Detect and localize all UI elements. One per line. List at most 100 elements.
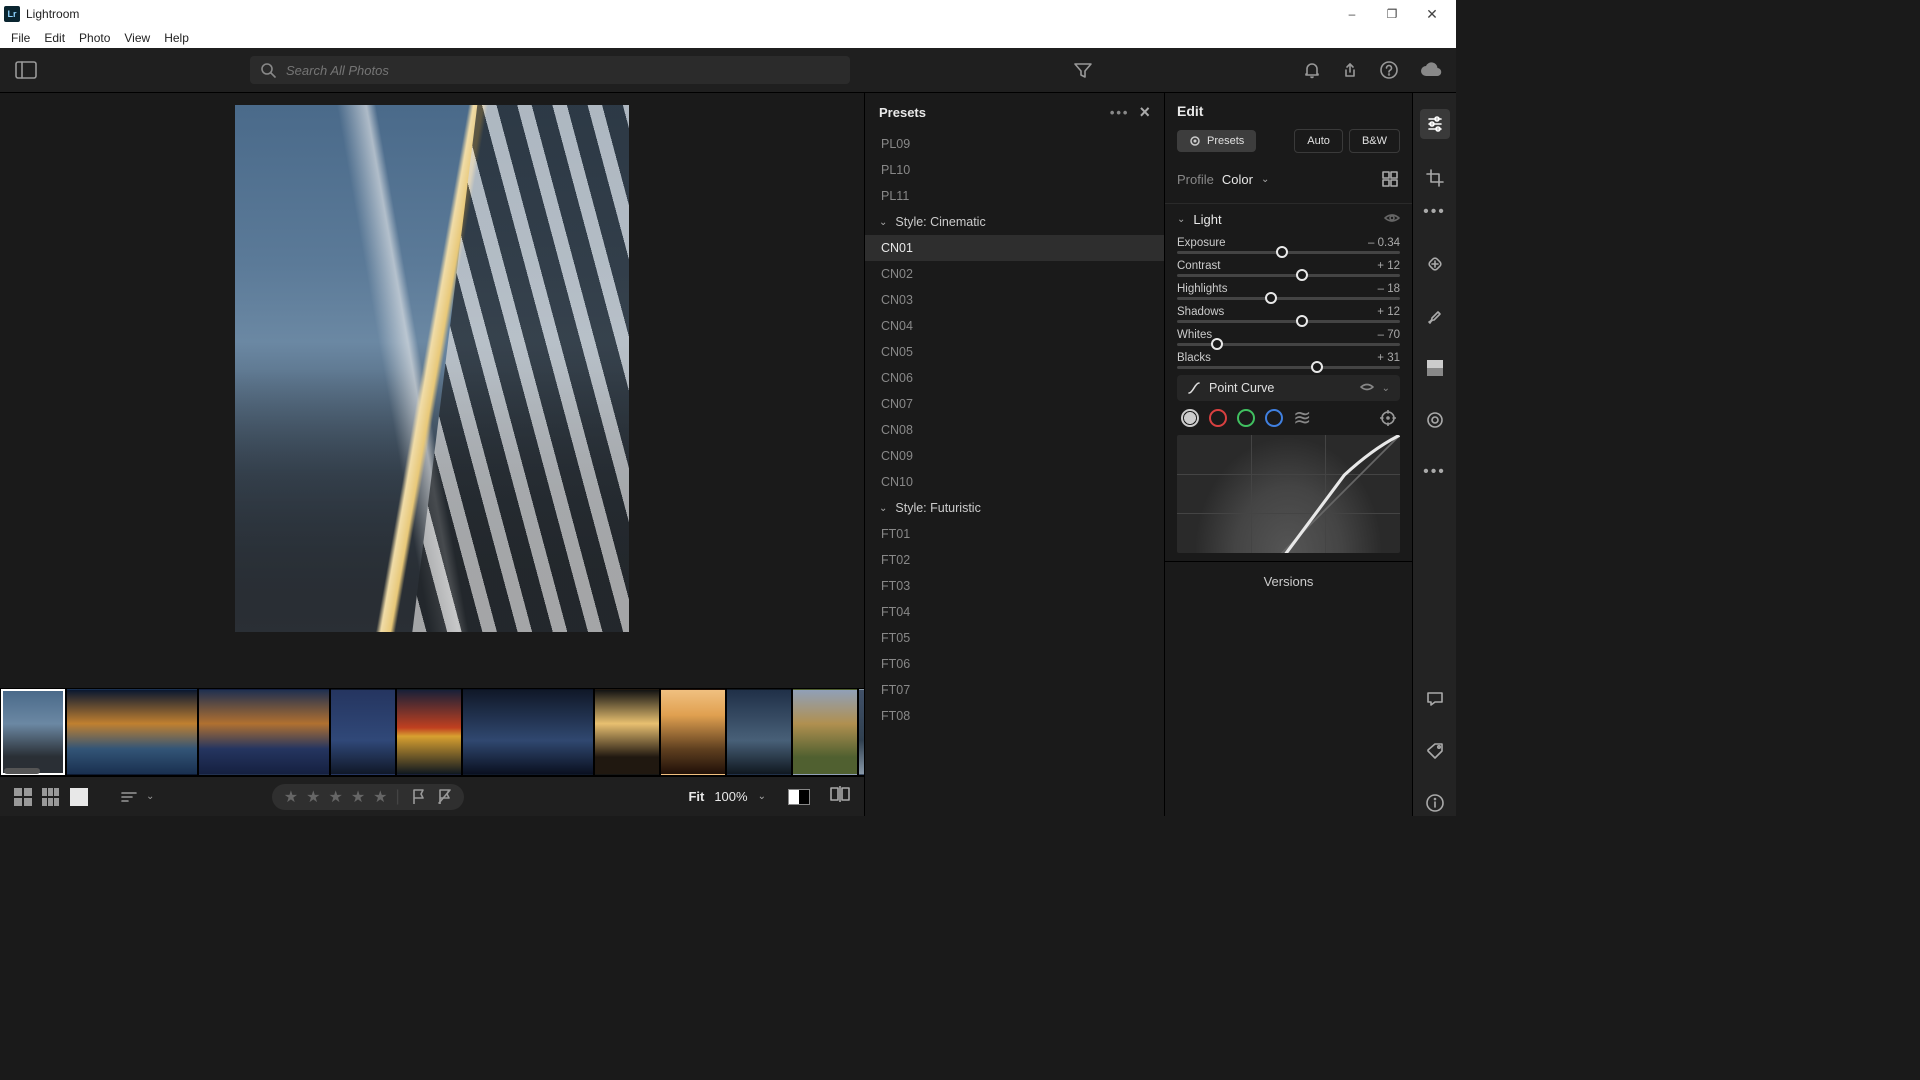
preset-item[interactable]: CN04 — [865, 313, 1164, 339]
auto-button[interactable]: Auto — [1294, 129, 1343, 153]
zoom-fit-label[interactable]: Fit — [688, 789, 704, 804]
window-close-button[interactable]: ✕ — [1412, 2, 1452, 26]
preset-item[interactable]: CN01 — [865, 235, 1164, 261]
star-icon[interactable]: ★ — [351, 787, 365, 807]
thumbnail[interactable] — [793, 689, 857, 775]
chevron-down-icon[interactable]: ⌄ — [1382, 383, 1390, 394]
star-icon[interactable]: ★ — [306, 787, 320, 807]
slider-knob[interactable] — [1211, 338, 1223, 350]
light-title[interactable]: Light — [1193, 212, 1221, 227]
curve-channel-blue[interactable] — [1265, 409, 1283, 427]
slider-track[interactable] — [1177, 297, 1400, 300]
preset-item[interactable]: CN03 — [865, 287, 1164, 313]
thumbnail[interactable] — [199, 689, 329, 775]
curve-channel-red[interactable] — [1209, 409, 1227, 427]
healing-icon[interactable] — [1422, 251, 1448, 277]
versions-button[interactable]: Versions — [1165, 561, 1412, 601]
slider-knob[interactable] — [1276, 246, 1288, 258]
preset-item[interactable]: CN10 — [865, 469, 1164, 495]
preset-item[interactable]: CN02 — [865, 261, 1164, 287]
target-adjust-icon[interactable] — [1380, 410, 1396, 426]
close-presets-icon[interactable]: × — [1139, 102, 1150, 123]
preset-item[interactable]: FT08 — [865, 703, 1164, 729]
menu-edit[interactable]: Edit — [37, 31, 72, 45]
curve-channel-green[interactable] — [1237, 409, 1255, 427]
window-minimize-button[interactable]: – — [1332, 2, 1372, 26]
linear-gradient-icon[interactable] — [1422, 355, 1448, 381]
crop-icon[interactable] — [1422, 165, 1448, 191]
chevron-down-icon[interactable]: ⌄ — [758, 791, 766, 802]
slider-knob[interactable] — [1311, 361, 1323, 373]
keywords-icon[interactable] — [1422, 738, 1448, 764]
slider-exposure[interactable]: Exposure– 0.34 — [1177, 237, 1400, 254]
profile-value[interactable]: Color — [1222, 172, 1253, 187]
slider-track[interactable] — [1177, 366, 1400, 369]
preset-item[interactable]: CN06 — [865, 365, 1164, 391]
slider-track[interactable] — [1177, 274, 1400, 277]
preset-item[interactable]: CN07 — [865, 391, 1164, 417]
thumbnail[interactable] — [661, 689, 725, 775]
slider-contrast[interactable]: Contrast+ 12 — [1177, 260, 1400, 277]
thumbnail[interactable] — [727, 689, 791, 775]
star-icon[interactable]: ★ — [373, 787, 387, 807]
preset-item[interactable]: PL10 — [865, 157, 1164, 183]
preset-item[interactable]: FT05 — [865, 625, 1164, 651]
chevron-down-icon[interactable]: ⌄ — [879, 217, 887, 228]
zoom-value[interactable]: 100% — [714, 789, 747, 804]
radial-gradient-icon[interactable] — [1422, 407, 1448, 433]
photo-canvas[interactable] — [0, 93, 864, 688]
flag-pick-icon[interactable] — [412, 789, 426, 805]
more-icon[interactable]: ••• — [1422, 199, 1448, 225]
thumbnail[interactable] — [331, 689, 395, 775]
flag-reject-icon[interactable] — [438, 789, 452, 805]
compare-view-icon[interactable] — [830, 786, 850, 807]
window-maximize-button[interactable]: ❐ — [1372, 2, 1412, 26]
filmstrip[interactable] — [0, 688, 864, 776]
share-icon[interactable] — [1342, 62, 1358, 78]
tone-curve[interactable] — [1177, 435, 1400, 553]
help-icon[interactable] — [1380, 61, 1398, 79]
menu-file[interactable]: File — [4, 31, 37, 45]
edit-sliders-icon[interactable] — [1420, 109, 1450, 139]
preset-item[interactable]: FT02 — [865, 547, 1164, 573]
slider-knob[interactable] — [1296, 315, 1308, 327]
preset-item[interactable]: CN09 — [865, 443, 1164, 469]
preset-item[interactable]: FT07 — [865, 677, 1164, 703]
toggle-panels-icon[interactable] — [14, 58, 38, 82]
slider-knob[interactable] — [1296, 269, 1308, 281]
presets-button[interactable]: Presets — [1177, 130, 1256, 152]
menu-help[interactable]: Help — [157, 31, 196, 45]
slider-track[interactable] — [1177, 343, 1400, 346]
cloud-sync-icon[interactable] — [1420, 62, 1442, 78]
more-tools-icon[interactable]: ••• — [1422, 459, 1448, 485]
thumbnail[interactable] — [1, 689, 65, 775]
curve-channel-luminance[interactable] — [1181, 409, 1199, 427]
menu-photo[interactable]: Photo — [72, 31, 117, 45]
chevron-down-icon[interactable]: ⌄ — [1177, 214, 1185, 225]
chevron-down-icon[interactable]: ⌄ — [1261, 174, 1269, 185]
preset-item[interactable]: FT06 — [865, 651, 1164, 677]
slider-highlights[interactable]: Highlights– 18 — [1177, 283, 1400, 300]
notifications-icon[interactable] — [1304, 61, 1320, 79]
parametric-curve-icon[interactable]: ≋ — [1293, 411, 1311, 425]
grid-view-button[interactable] — [14, 788, 32, 806]
slider-track[interactable] — [1177, 320, 1400, 323]
comments-icon[interactable] — [1422, 686, 1448, 712]
brush-icon[interactable] — [1422, 303, 1448, 329]
filmstrip-scrollbar[interactable] — [4, 768, 40, 774]
visibility-icon[interactable] — [1384, 212, 1400, 227]
visibility-icon[interactable] — [1360, 381, 1374, 395]
preset-item[interactable]: FT04 — [865, 599, 1164, 625]
single-view-button[interactable] — [70, 788, 88, 806]
star-icon[interactable]: ★ — [284, 787, 298, 807]
point-curve-header[interactable]: Point Curve ⌄ — [1177, 375, 1400, 401]
profile-browser-icon[interactable] — [1380, 169, 1400, 189]
bw-button[interactable]: B&W — [1349, 129, 1400, 153]
preset-item[interactable]: CN05 — [865, 339, 1164, 365]
slider-blacks[interactable]: Blacks+ 31 — [1177, 352, 1400, 369]
search-input[interactable] — [250, 56, 850, 84]
thumbnail[interactable] — [67, 689, 197, 775]
preset-group-header[interactable]: ⌄Style: Futuristic — [865, 495, 1164, 521]
filter-icon[interactable] — [1074, 62, 1092, 78]
star-icon[interactable]: ★ — [328, 787, 342, 807]
